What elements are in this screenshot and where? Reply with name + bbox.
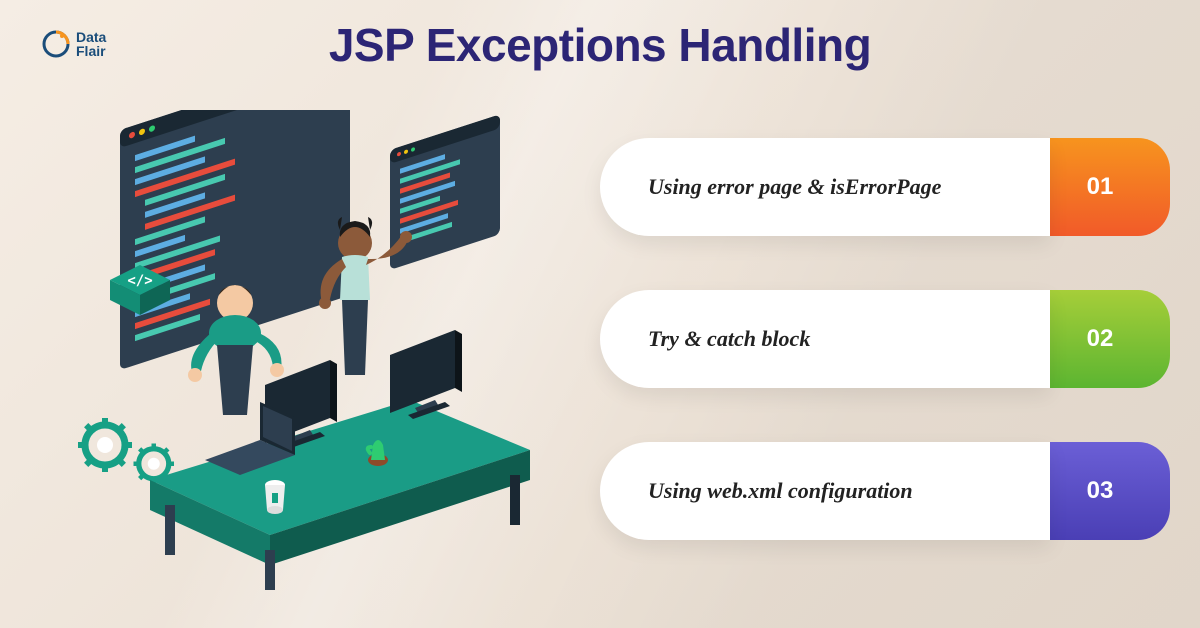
list-item: Using error page & isErrorPage 01 — [600, 138, 1170, 236]
item-label-3: Using web.xml configuration — [600, 442, 1050, 540]
logo-text: Data Flair — [76, 30, 106, 58]
list-item: Using web.xml configuration 03 — [600, 442, 1170, 540]
dataflair-logo: Data Flair — [40, 28, 106, 60]
logo-text-1: Data — [76, 30, 106, 44]
illustration-developers: </> — [50, 110, 550, 590]
svg-text:</>: </> — [127, 273, 152, 289]
item-label-2: Try & catch block — [600, 290, 1050, 388]
item-label-1: Using error page & isErrorPage — [600, 138, 1050, 236]
logo-icon — [40, 28, 72, 60]
page-title: JSP Exceptions Handling — [329, 18, 871, 72]
items-list: Using error page & isErrorPage 01 Try & … — [600, 138, 1170, 540]
list-item: Try & catch block 02 — [600, 290, 1170, 388]
logo-text-2: Flair — [76, 44, 106, 58]
